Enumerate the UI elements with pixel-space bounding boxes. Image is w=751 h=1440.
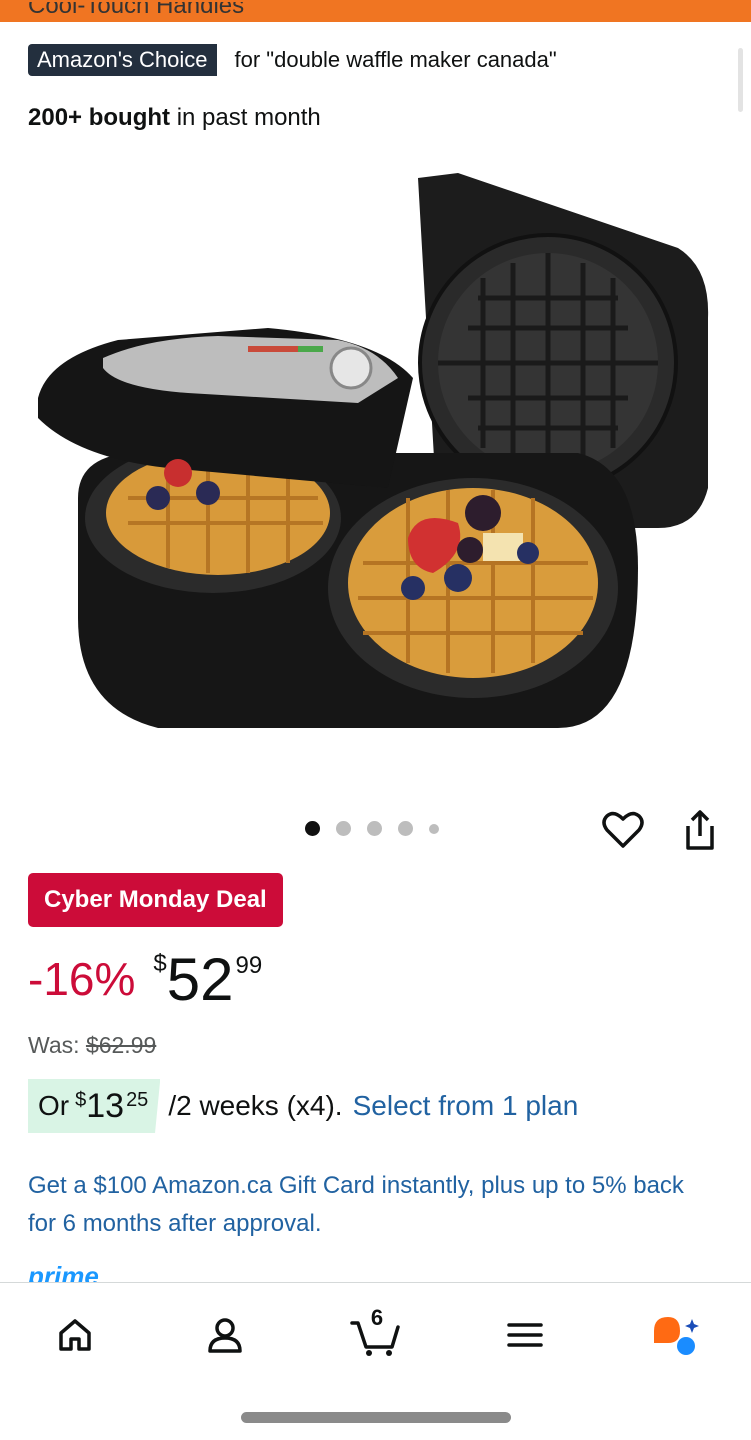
product-subtitle-partial: Cool-Touch Handles xyxy=(28,2,245,19)
image-carousel-dots[interactable] xyxy=(305,821,439,836)
discount-percent: -16% xyxy=(28,953,136,1005)
gift-card-promo-link[interactable]: Get a $100 Amazon.ca Gift Card instantly… xyxy=(28,1167,698,1243)
carousel-dot-1[interactable] xyxy=(305,821,320,836)
product-image[interactable] xyxy=(38,168,714,746)
carousel-dot-5[interactable] xyxy=(429,823,439,834)
carousel-dot-3[interactable] xyxy=(367,821,382,836)
nav-cart[interactable]: 6 xyxy=(345,1305,405,1365)
price-row: -16% $ 52 99 xyxy=(28,944,262,1016)
nav-home[interactable] xyxy=(45,1305,105,1365)
cyber-monday-deal-badge: Cyber Monday Deal xyxy=(28,873,283,927)
share-icon xyxy=(686,810,714,850)
hamburger-icon xyxy=(507,1323,543,1347)
price-fraction: 99 xyxy=(235,952,263,979)
carousel-dot-4[interactable] xyxy=(398,821,413,836)
home-indicator[interactable] xyxy=(241,1412,511,1423)
amazons-choice-row: Amazon's Choice for "double waffle maker… xyxy=(28,43,557,77)
wishlist-button[interactable] xyxy=(601,808,645,852)
amazons-choice-badge: Amazon's Choice xyxy=(28,44,217,76)
nav-rufus[interactable] xyxy=(645,1305,705,1365)
price-currency: $ xyxy=(153,950,167,977)
share-button[interactable] xyxy=(680,808,720,852)
select-plan-link[interactable]: Select from 1 plan xyxy=(353,1090,579,1122)
cart-count: 6 xyxy=(370,1305,384,1330)
home-icon xyxy=(59,1319,91,1351)
was-price-value: $62.99 xyxy=(85,1032,157,1058)
installment-plan-row: Or $ 13 25 /2 weeks (x4). Select from 1 … xyxy=(28,1079,578,1133)
prime-logo: prime xyxy=(28,1262,99,1282)
scroll-indicator[interactable] xyxy=(738,48,743,112)
ai-assistant-icon xyxy=(654,1317,699,1355)
person-icon xyxy=(208,1318,242,1353)
installment-highlight: Or $ 13 25 xyxy=(28,1079,161,1133)
carousel-dot-2[interactable] xyxy=(336,821,351,836)
nav-menu[interactable] xyxy=(495,1305,555,1365)
current-price: $ 52 99 xyxy=(153,944,262,1016)
heart-icon xyxy=(602,811,644,848)
installment-period: /2 weeks (x4). xyxy=(168,1090,343,1121)
was-price: Was: $62.99 xyxy=(28,1032,157,1058)
bought-in-past-month: 200+ bought in past month xyxy=(28,104,321,131)
amazons-choice-query: for "double waffle maker canada" xyxy=(234,47,557,72)
price-whole: 52 xyxy=(166,946,234,1013)
nav-account[interactable] xyxy=(195,1305,255,1365)
